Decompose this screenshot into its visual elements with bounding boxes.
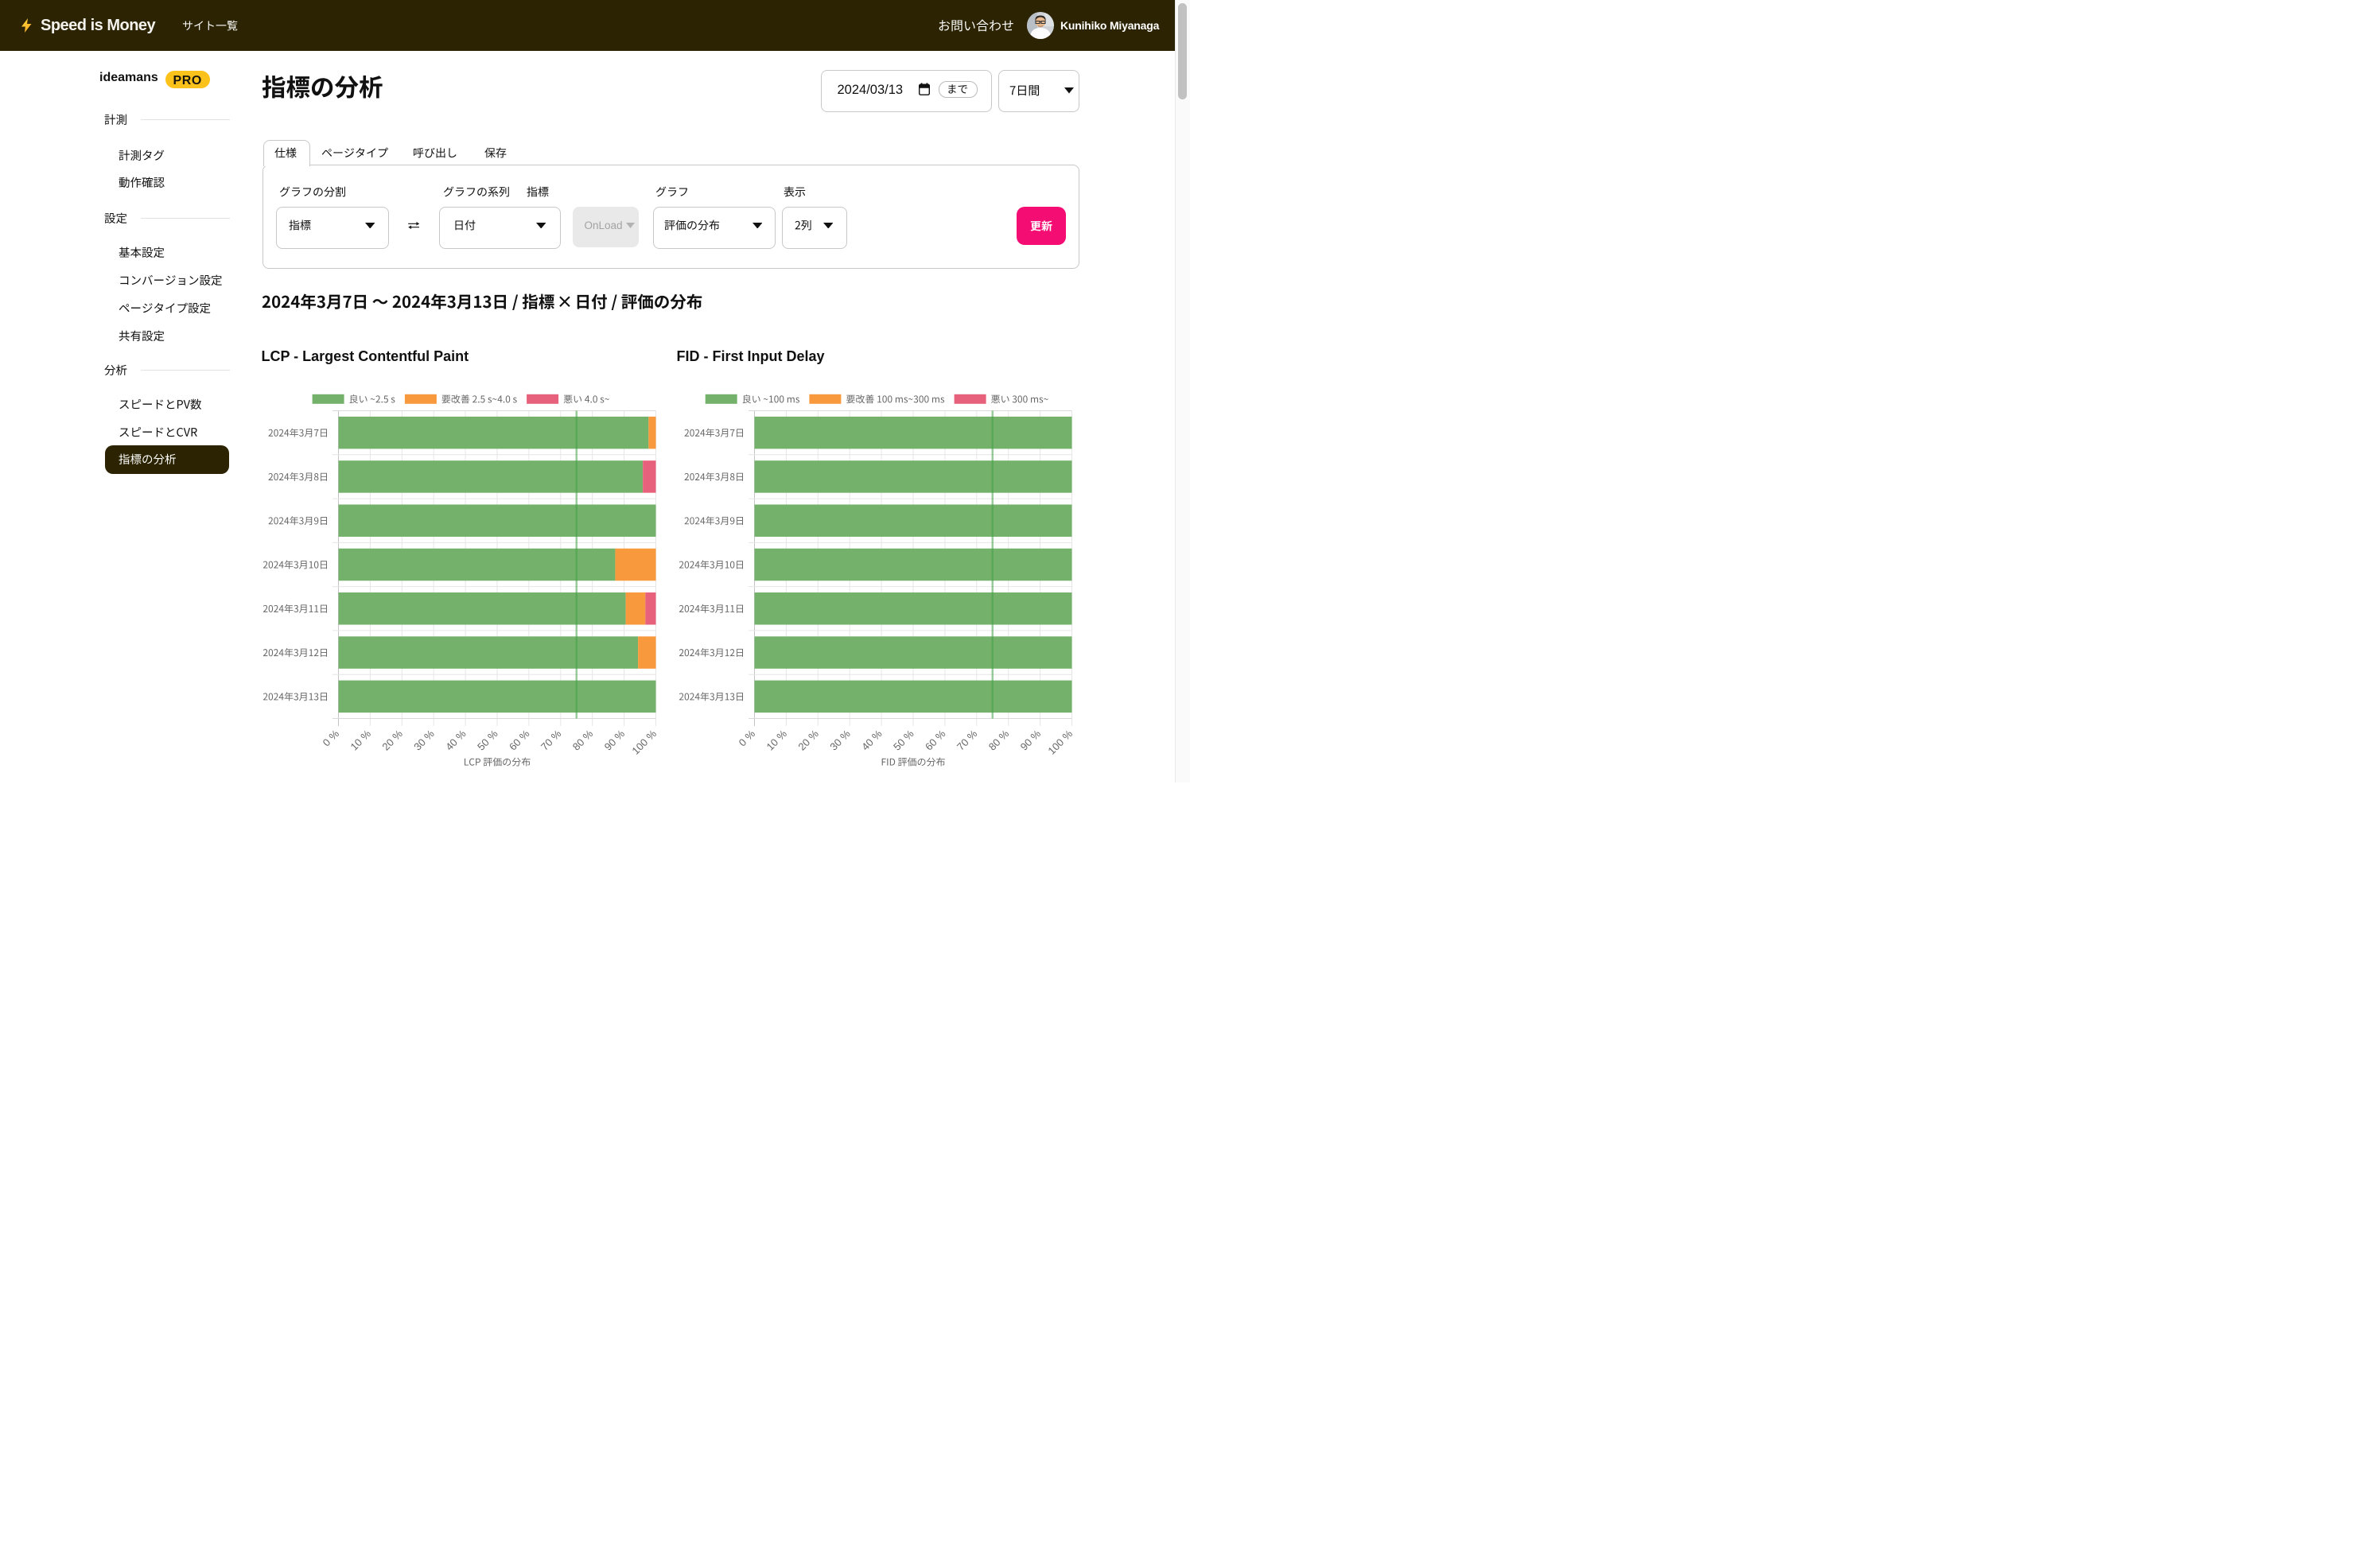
svg-text:10 %: 10 % — [764, 728, 789, 753]
svg-text:100 %: 100 % — [1045, 728, 1075, 757]
svg-text:30 %: 30 % — [827, 728, 853, 753]
svg-text:40 %: 40 % — [443, 728, 469, 753]
svg-text:50 %: 50 % — [891, 728, 916, 753]
svg-text:80 %: 80 % — [986, 728, 1011, 753]
svg-text:60 %: 60 % — [506, 728, 531, 753]
svg-text:50 %: 50 % — [475, 728, 500, 753]
svg-text:60 %: 60 % — [922, 728, 947, 753]
svg-text:0 %: 0 % — [320, 728, 341, 749]
svg-text:0 %: 0 % — [736, 728, 757, 749]
svg-text:70 %: 70 % — [538, 728, 563, 753]
svg-text:80 %: 80 % — [570, 728, 595, 753]
svg-text:30 %: 30 % — [411, 728, 437, 753]
svg-text:20 %: 20 % — [379, 728, 405, 753]
svg-text:90 %: 90 % — [1017, 728, 1043, 753]
svg-text:90 %: 90 % — [601, 728, 627, 753]
svg-text:20 %: 20 % — [795, 728, 821, 753]
svg-text:100 %: 100 % — [629, 728, 659, 757]
svg-text:40 %: 40 % — [859, 728, 885, 753]
svg-text:70 %: 70 % — [954, 728, 979, 753]
svg-text:10 %: 10 % — [348, 728, 373, 753]
